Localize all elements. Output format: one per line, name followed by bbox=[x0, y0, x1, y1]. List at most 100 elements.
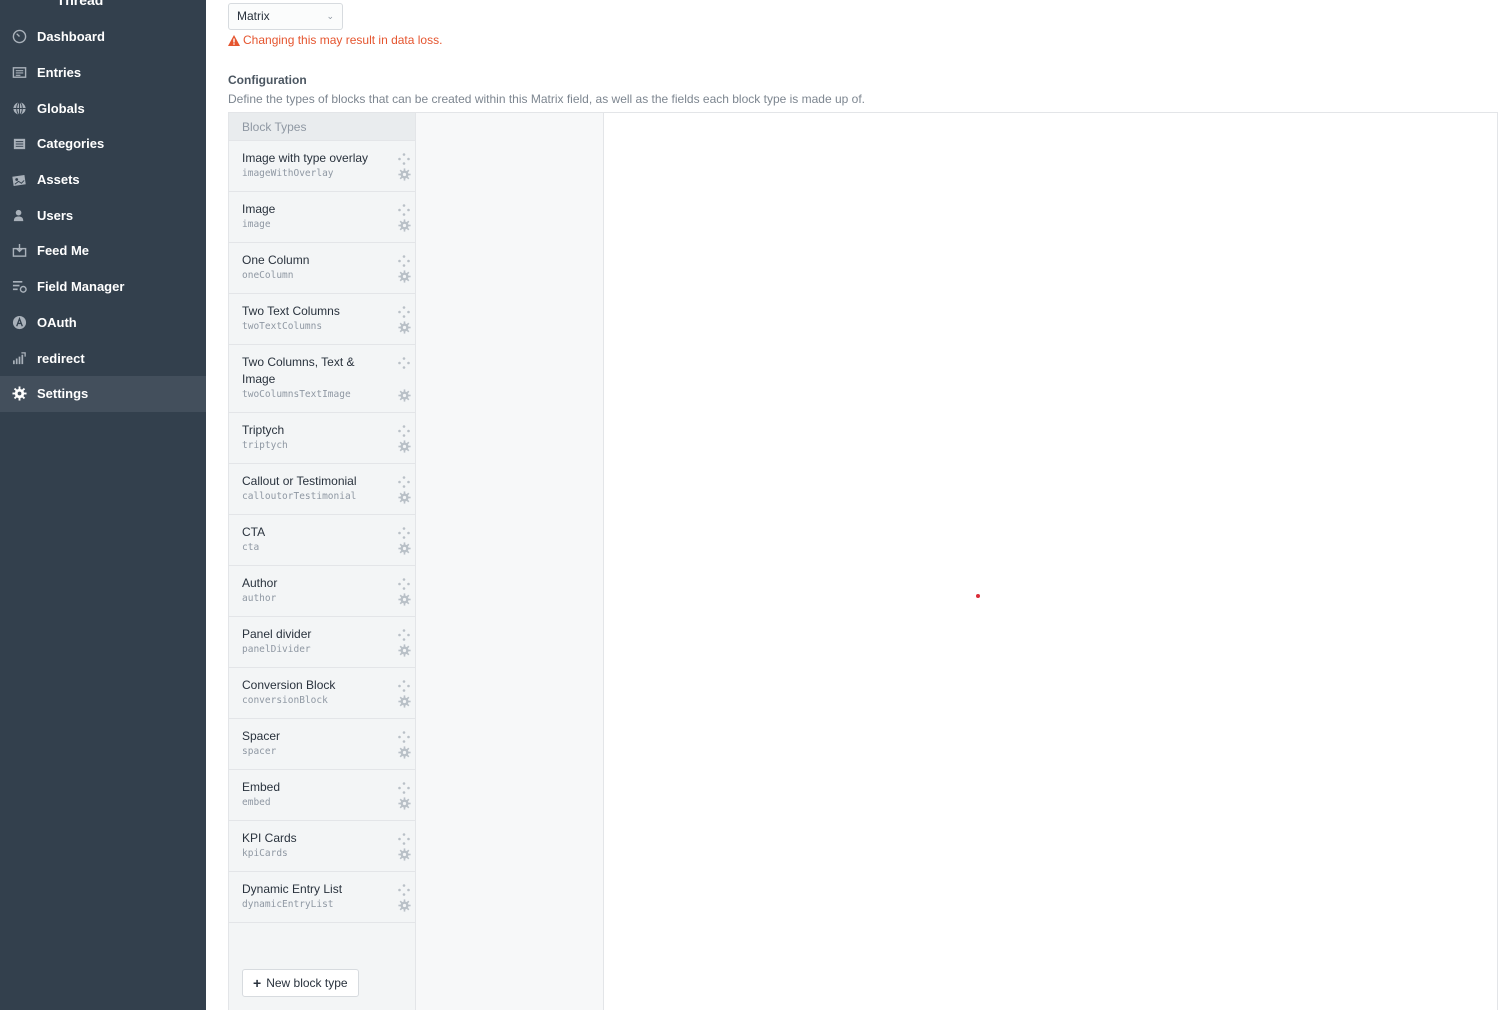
move-handle-icon[interactable] bbox=[398, 883, 410, 896]
move-handle-icon[interactable] bbox=[398, 475, 410, 488]
block-type-name: Two Columns, Text & Image bbox=[242, 355, 355, 386]
new-block-type-button[interactable]: + New block type bbox=[242, 969, 359, 997]
settings-gear-icon[interactable] bbox=[398, 797, 411, 810]
move-handle-icon[interactable] bbox=[398, 305, 410, 318]
block-types-column: Block Types Image with type overlay image… bbox=[229, 113, 416, 1010]
settings-gear-icon[interactable] bbox=[398, 695, 411, 708]
fields-column bbox=[416, 113, 604, 1010]
site-name[interactable]: Thread bbox=[0, 0, 160, 8]
block-type-item[interactable]: Dynamic Entry List dynamicEntryList bbox=[229, 872, 415, 923]
block-type-handle: dynamicEntryList bbox=[242, 899, 334, 910]
block-type-item[interactable]: Embed embed bbox=[229, 770, 415, 821]
block-type-handle: author bbox=[242, 593, 277, 604]
block-type-name: Dynamic Entry List bbox=[242, 882, 343, 896]
sidebar: Thread Dashboard Entries Globals Categories… bbox=[0, 0, 206, 1010]
sidebar-nav: Dashboard Entries Globals Categories Assets U… bbox=[0, 19, 206, 412]
block-type-item[interactable]: Two Columns, Text & Image twoColumnsTextI… bbox=[229, 345, 415, 413]
settings-gear-icon[interactable] bbox=[398, 593, 411, 606]
red-dot-marker bbox=[976, 594, 980, 598]
settings-gear-icon[interactable] bbox=[398, 899, 411, 912]
move-handle-icon[interactable] bbox=[398, 526, 410, 539]
move-handle-icon[interactable] bbox=[398, 577, 410, 590]
field-type-select[interactable]: Matrix ⌄ bbox=[228, 3, 343, 30]
settings-gear-icon[interactable] bbox=[398, 644, 411, 657]
block-type-item[interactable]: Two Text Columns twoTextColumns bbox=[229, 294, 415, 345]
block-type-name: KPI Cards bbox=[242, 831, 297, 845]
block-type-name: One Column bbox=[242, 253, 310, 267]
sidebar-item-assets[interactable]: Assets bbox=[0, 162, 206, 198]
move-handle-icon[interactable] bbox=[398, 203, 410, 216]
move-handle-icon[interactable] bbox=[398, 628, 410, 641]
sidebar-item-oauth[interactable]: OAuth bbox=[0, 305, 206, 341]
warning-icon bbox=[228, 34, 240, 46]
field-manager-icon bbox=[12, 279, 27, 294]
block-type-item[interactable]: Panel divider panelDivider bbox=[229, 617, 415, 668]
block-type-handle: triptych bbox=[242, 440, 288, 451]
chevron-down-icon: ⌄ bbox=[326, 11, 334, 21]
warning-text: Changing this may result in data loss. bbox=[243, 33, 443, 47]
move-handle-icon[interactable] bbox=[398, 730, 410, 743]
settings-gear-icon[interactable] bbox=[398, 389, 411, 402]
block-type-handle: spacer bbox=[242, 746, 277, 757]
move-handle-icon[interactable] bbox=[398, 356, 410, 369]
settings-gear-icon[interactable] bbox=[398, 321, 411, 334]
block-type-handle: cta bbox=[242, 542, 260, 553]
settings-gear-icon[interactable] bbox=[398, 491, 411, 504]
sidebar-item-categories[interactable]: Categories bbox=[0, 126, 206, 162]
block-type-item[interactable]: Image image bbox=[229, 192, 415, 243]
settings-gear-icon[interactable] bbox=[398, 848, 411, 861]
sidebar-item-label: OAuth bbox=[37, 314, 77, 330]
block-type-item[interactable]: Image with type overlay imageWithOverlay bbox=[229, 141, 415, 192]
block-type-handle: twoTextColumns bbox=[242, 321, 323, 332]
move-handle-icon[interactable] bbox=[398, 832, 410, 845]
settings-gear-icon[interactable] bbox=[398, 219, 411, 232]
sidebar-item-users[interactable]: Users bbox=[0, 197, 206, 233]
block-types-heading: Block Types bbox=[229, 113, 415, 141]
configuration-heading: Configuration bbox=[228, 73, 307, 87]
globe-icon bbox=[12, 101, 27, 116]
sidebar-item-entries[interactable]: Entries bbox=[0, 55, 206, 91]
block-type-item[interactable]: Callout or Testimonial calloutorTestimoni… bbox=[229, 464, 415, 515]
move-handle-icon[interactable] bbox=[398, 254, 410, 267]
sidebar-item-feed-me[interactable]: Feed Me bbox=[0, 233, 206, 269]
settings-gear-icon[interactable] bbox=[398, 542, 411, 555]
block-type-item[interactable]: Author author bbox=[229, 566, 415, 617]
sidebar-item-label: Categories bbox=[37, 136, 105, 152]
redirect-icon bbox=[12, 351, 27, 366]
move-handle-icon[interactable] bbox=[398, 679, 410, 692]
move-handle-icon[interactable] bbox=[398, 424, 410, 437]
block-type-handle: embed bbox=[242, 797, 271, 808]
block-type-handle: conversionBlock bbox=[242, 695, 328, 706]
block-type-item[interactable]: Spacer spacer bbox=[229, 719, 415, 770]
oauth-icon bbox=[12, 315, 27, 330]
settings-gear-icon[interactable] bbox=[398, 746, 411, 759]
block-type-name: Author bbox=[242, 576, 278, 590]
block-type-handle: oneColumn bbox=[242, 270, 294, 281]
block-type-item[interactable]: CTA cta bbox=[229, 515, 415, 566]
sidebar-item-dashboard[interactable]: Dashboard bbox=[0, 19, 206, 55]
block-type-item[interactable]: KPI Cards kpiCards bbox=[229, 821, 415, 872]
move-handle-icon[interactable] bbox=[398, 781, 410, 794]
block-type-item[interactable]: One Column oneColumn bbox=[229, 243, 415, 294]
sidebar-item-settings[interactable]: Settings bbox=[0, 375, 206, 412]
block-type-item[interactable]: Triptych triptych bbox=[229, 413, 415, 464]
sidebar-item-label: Entries bbox=[37, 65, 82, 81]
categories-icon bbox=[12, 136, 27, 151]
block-type-item[interactable]: Conversion Block conversionBlock bbox=[229, 668, 415, 719]
block-type-name: Image bbox=[242, 202, 276, 216]
new-block-type-label: New block type bbox=[266, 976, 348, 990]
settings-gear-icon[interactable] bbox=[398, 168, 411, 181]
settings-gear-icon[interactable] bbox=[398, 440, 411, 453]
move-handle-icon[interactable] bbox=[398, 152, 410, 165]
sidebar-item-label: Settings bbox=[37, 386, 89, 402]
sidebar-item-field-manager[interactable]: Field Manager bbox=[0, 269, 206, 305]
sidebar-item-label: Users bbox=[37, 207, 74, 223]
users-icon bbox=[12, 208, 27, 223]
sidebar-item-globals[interactable]: Globals bbox=[0, 90, 206, 126]
block-type-name: Triptych bbox=[242, 423, 285, 437]
settings-gear-icon[interactable] bbox=[398, 270, 411, 283]
block-type-handle: twoColumnsTextImage bbox=[242, 389, 351, 400]
newspaper-icon bbox=[12, 65, 27, 80]
sidebar-item-redirect[interactable]: redirect bbox=[0, 340, 206, 376]
block-type-handle: kpiCards bbox=[242, 848, 288, 859]
